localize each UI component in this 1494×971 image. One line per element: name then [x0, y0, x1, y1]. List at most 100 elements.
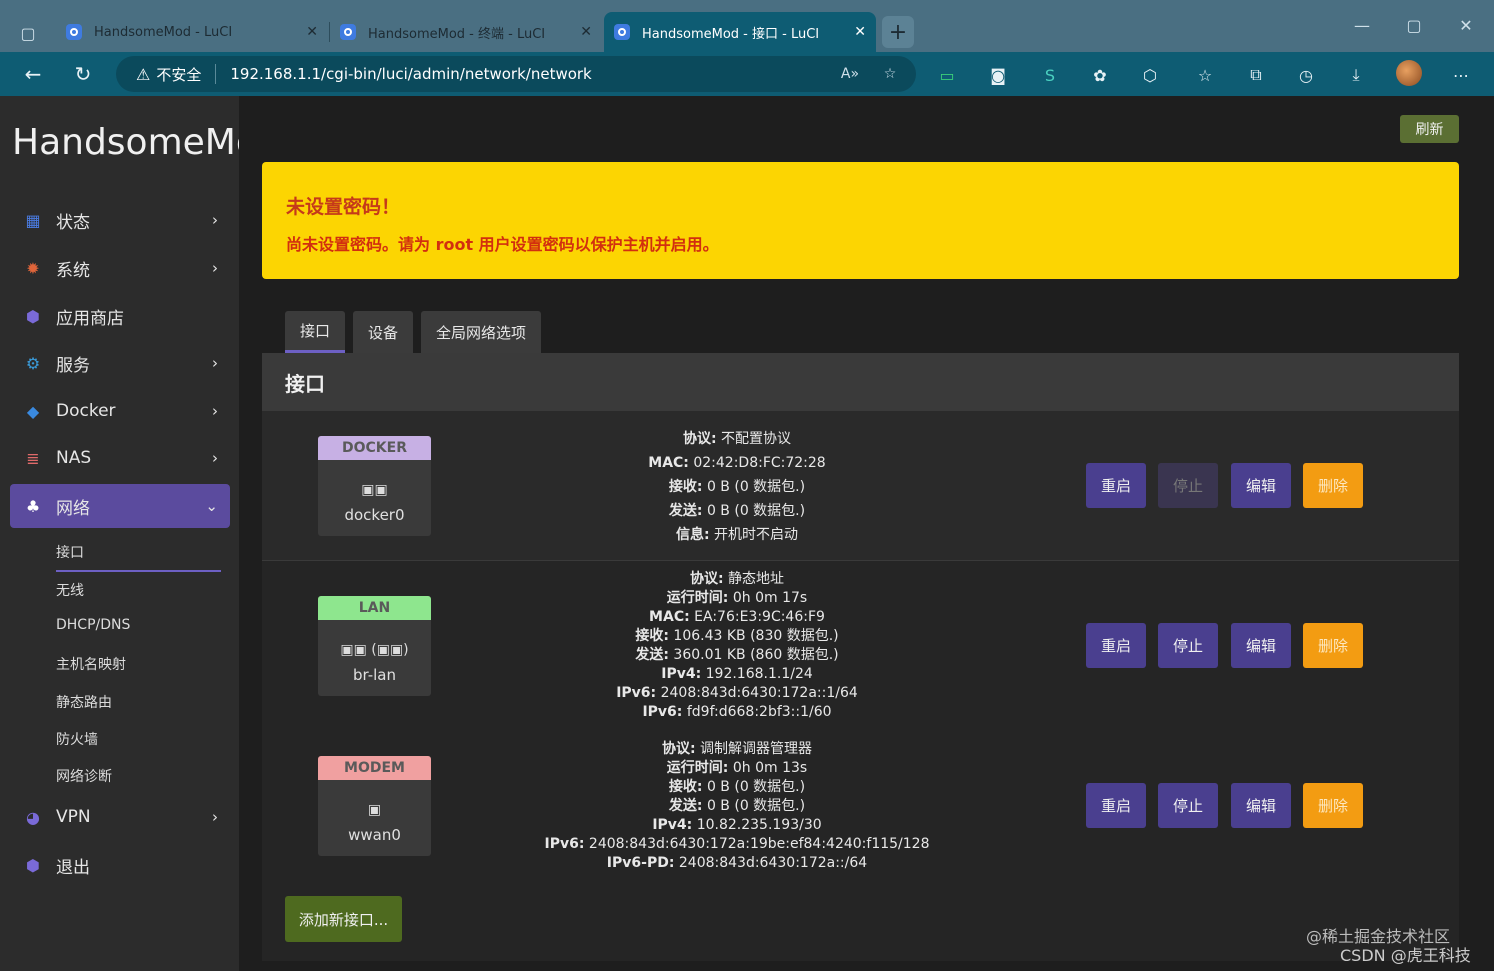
reload-icon[interactable]: ↻ [68, 60, 98, 88]
url-text: 192.168.1.1/cgi-bin/luci/admin/network/n… [230, 65, 592, 83]
submenu-firewall[interactable]: 防火墙 [56, 729, 98, 749]
sidebar-item-network[interactable]: ♣ 网络 ⌄ [10, 484, 230, 528]
security-label[interactable]: 不安全 [156, 64, 201, 85]
stop-button[interactable]: 停止 [1158, 623, 1218, 668]
sidebar-item-label: 系统 [56, 260, 90, 281]
docker-icon: ◆ [26, 401, 40, 421]
restart-button[interactable]: 重启 [1086, 463, 1146, 508]
interface-row-lan: LAN ▣▣ (▣▣) br-lan 协议: 静态地址 运行时间: 0h 0m … [262, 562, 1459, 730]
chevron-right-icon: › [212, 259, 218, 277]
extension-puzzle-icon[interactable]: ✿ [1087, 64, 1113, 86]
tab-devices[interactable]: 设备 [353, 311, 414, 353]
refresh-button[interactable]: 刷新 [1400, 115, 1459, 143]
interface-device: docker0 [344, 506, 405, 524]
browser-tab-1[interactable]: HandsomeMod - LuCI ✕ [56, 12, 328, 52]
cogs-icon: ⚙ [25, 353, 41, 373]
restart-button[interactable]: 重启 [1086, 783, 1146, 828]
extension-badge-icon[interactable]: ◙ [985, 64, 1011, 86]
read-aloud-icon[interactable]: A» [838, 64, 862, 84]
favorites-icon[interactable]: ☆ [1192, 64, 1218, 86]
interface-badge[interactable]: LAN ▣▣ (▣▣) br-lan [318, 596, 431, 696]
sidebar-item-system[interactable]: ✹ 系统 › [10, 246, 230, 290]
luci-favicon-icon [66, 24, 82, 40]
panel-title: 接口 [262, 353, 1459, 411]
sidebar-item-logout[interactable]: ⬢ 退出 [10, 843, 230, 887]
interface-name: DOCKER [318, 436, 431, 460]
extensions-icon[interactable]: ⬡ [1137, 64, 1163, 86]
chevron-right-icon: › [212, 402, 218, 420]
sidebar-item-label: 退出 [56, 857, 90, 878]
close-tab-icon[interactable]: ✕ [306, 24, 318, 40]
interface-device: wwan0 [348, 826, 401, 844]
interface-badge[interactable]: DOCKER ▣▣ docker0 [318, 436, 431, 536]
download-icon[interactable]: ⤓ [1343, 64, 1369, 86]
tab-interfaces[interactable]: 接口 [285, 311, 346, 353]
sidebar-item-label: 应用商店 [56, 308, 124, 329]
submenu-dhcp-dns[interactable]: DHCP/DNS [56, 617, 130, 633]
sidebar-item-services[interactable]: ⚙ 服务 › [10, 341, 230, 385]
submenu-hostnames[interactable]: 主机名映射 [56, 654, 126, 674]
edit-button[interactable]: 编辑 [1231, 783, 1291, 828]
alert-message[interactable]: 尚未设置密码。请为 root 用户设置密码以保护主机并启用。 [286, 231, 1435, 255]
interface-row-modem: MODEM ▣ wwan0 协议: 调制解调器管理器 运行时间: 0h 0m 1… [262, 731, 1459, 881]
close-tab-icon[interactable]: ✕ [854, 24, 866, 40]
interface-info: 协议: 不配置协议 MAC: 02:42:D8:FC:72:28 接收: 0 B… [648, 431, 826, 543]
sidebar-item-label: 状态 [56, 212, 90, 233]
modem-icon: ▣ [367, 802, 382, 818]
stop-button[interactable]: 停止 [1158, 463, 1218, 508]
submenu-interfaces[interactable]: 接口 [56, 542, 221, 572]
url-input[interactable]: ⚠ 不安全 192.168.1.1/cgi-bin/luci/admin/net… [116, 56, 916, 92]
minimize-icon[interactable]: — [1346, 10, 1378, 40]
history-icon[interactable]: ◷ [1293, 64, 1319, 86]
chevron-right-icon: › [212, 808, 218, 826]
more-menu-icon[interactable]: ⋯ [1448, 64, 1474, 86]
sidebar-item-status[interactable]: ▦ 状态 › [10, 198, 230, 242]
browser-tab-3-active[interactable]: HandsomeMod - 接口 - LuCI ✕ [604, 12, 876, 52]
browser-tab-2[interactable]: HandsomeMod - 终端 - LuCI ✕ [330, 12, 602, 52]
tab-global-options[interactable]: 全局网络选项 [421, 311, 542, 353]
new-tab-button[interactable]: + [882, 16, 914, 48]
gear-icon: ✹ [26, 258, 40, 278]
sidebar-item-nas[interactable]: ≣ NAS › [10, 436, 230, 480]
chevron-right-icon: › [212, 449, 218, 467]
page-tabs: 接口 设备 全局网络选项 [285, 311, 549, 353]
interface-info: 协议: 调制解调器管理器 运行时间: 0h 0m 13s 接收: 0 B (0 … [544, 741, 930, 871]
favorite-add-icon[interactable]: ☆ [878, 64, 902, 84]
extension-code-icon[interactable]: ▭ [934, 64, 960, 86]
tab-title: HandsomeMod - 终端 - LuCI [368, 26, 546, 42]
cube-icon: ⬢ [26, 306, 40, 326]
submenu-static-routes[interactable]: 静态路由 [56, 692, 112, 712]
sidebar-item-label: NAS [56, 448, 92, 468]
submenu-diagnostics[interactable]: 网络诊断 [56, 766, 112, 786]
extension-s-icon[interactable]: S [1037, 64, 1063, 86]
tab-actions-icon[interactable]: ▢ [12, 18, 44, 48]
submenu-wireless[interactable]: 无线 [56, 580, 84, 600]
delete-button[interactable]: 删除 [1303, 463, 1363, 508]
warning-icon: ⚠ [136, 64, 151, 84]
delete-button[interactable]: 删除 [1303, 783, 1363, 828]
sidebar-item-label: VPN [56, 807, 91, 827]
edit-button[interactable]: 编辑 [1231, 623, 1291, 668]
restart-button[interactable]: 重启 [1086, 623, 1146, 668]
close-window-icon[interactable]: ✕ [1450, 10, 1482, 40]
edit-button[interactable]: 编辑 [1231, 463, 1291, 508]
add-interface-button[interactable]: 添加新接口... [285, 896, 402, 942]
sidebar-item-docker[interactable]: ◆ Docker › [10, 389, 230, 433]
collections-icon[interactable]: ⧉ [1243, 64, 1269, 86]
sidebar-item-vpn[interactable]: ◕ VPN › [10, 795, 230, 839]
delete-button[interactable]: 删除 [1303, 623, 1363, 668]
sidebar-item-appstore[interactable]: ⬢ 应用商店 [10, 294, 230, 338]
back-icon[interactable]: ← [18, 60, 48, 88]
brand-logo[interactable]: HandsomeMod [12, 122, 239, 163]
stop-button[interactable]: 停止 [1158, 783, 1218, 828]
profile-avatar[interactable] [1396, 60, 1422, 86]
sidebar-item-label: Docker [56, 401, 116, 421]
watermark-csdn: CSDN @虎王科技 [1340, 946, 1471, 965]
close-tab-icon[interactable]: ✕ [580, 24, 592, 40]
ethernet-icon: ▣▣ [361, 482, 388, 498]
logout-icon: ⬢ [26, 855, 40, 875]
interface-badge[interactable]: MODEM ▣ wwan0 [318, 756, 431, 856]
browser-tab-bar: ▢ HandsomeMod - LuCI ✕ HandsomeMod - 终端 … [0, 0, 1494, 52]
alert-title: 未设置密码！ [286, 196, 401, 218]
maximize-icon[interactable]: ▢ [1398, 10, 1430, 40]
